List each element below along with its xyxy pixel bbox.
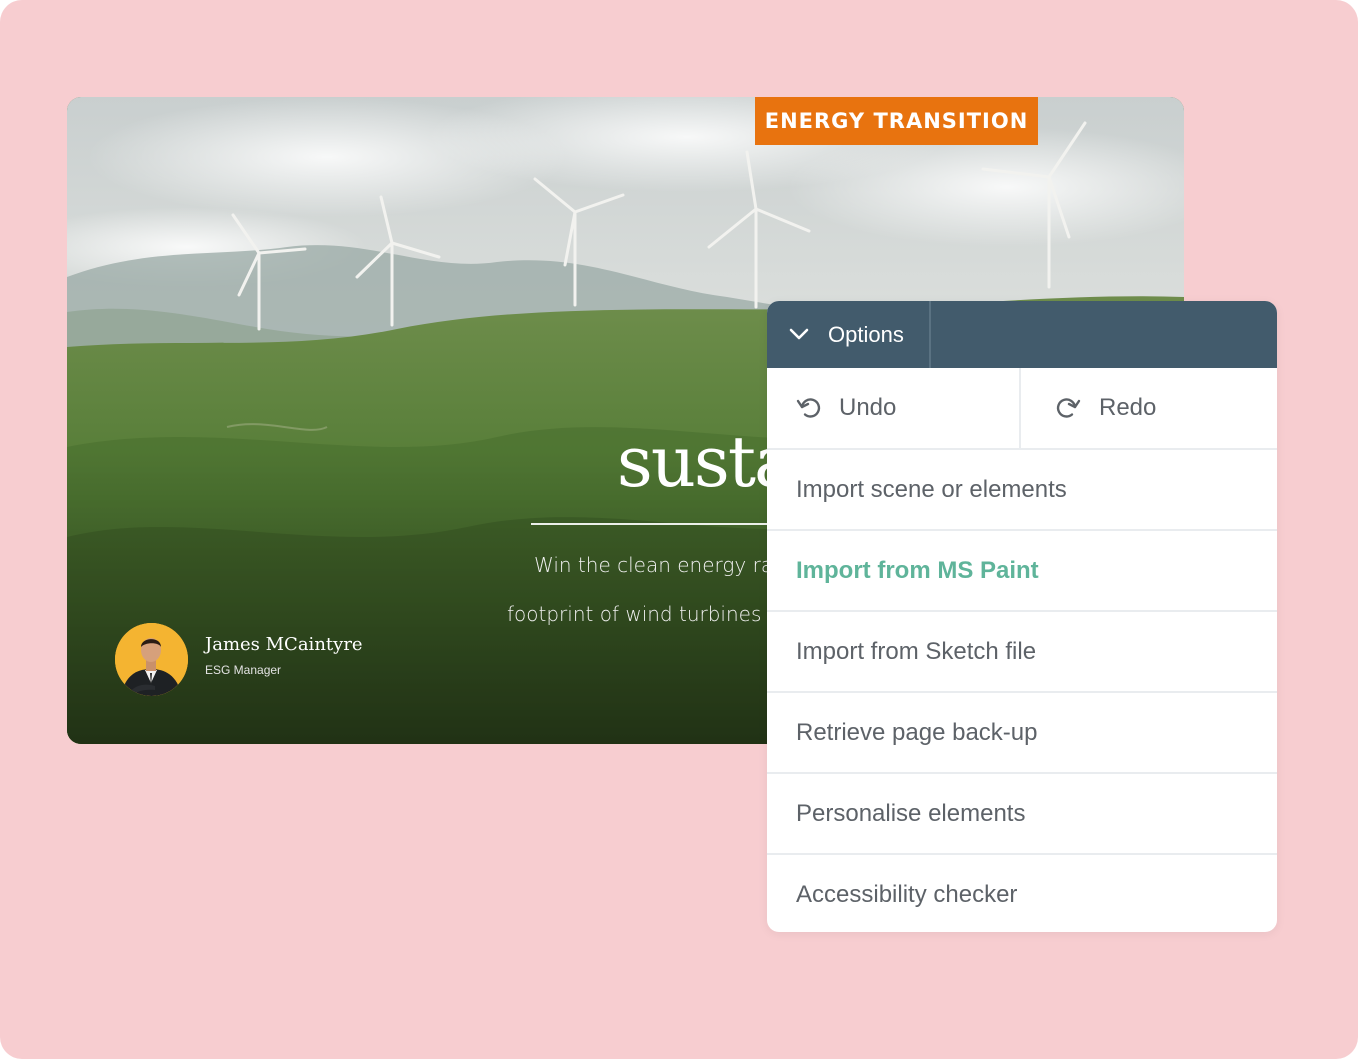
options-toggle-button[interactable]: Options <box>767 301 931 368</box>
person-icon <box>115 623 188 696</box>
menu-item-import-sketch[interactable]: Import from Sketch file <box>767 612 1277 693</box>
menu-item-label: Retrieve page back-up <box>796 719 1038 746</box>
slide-description-line-2: footprint of wind turbines v <box>507 602 780 626</box>
author-block: James MCaintyre ESG Manager <box>115 614 435 696</box>
menu-item-accessibility-checker[interactable]: Accessibility checker <box>767 855 1277 932</box>
redo-icon <box>1056 398 1081 418</box>
undo-label: Undo <box>839 394 897 421</box>
slide-description-line-1: Win the clean energy rac <box>534 553 785 577</box>
options-label: Options <box>828 322 904 347</box>
menu-item-label: Accessibility checker <box>796 881 1018 908</box>
author-role: ESG Manager <box>205 663 282 677</box>
menu-item-import-scene[interactable]: Import scene or elements <box>767 450 1277 531</box>
menu-header: Options <box>767 301 1277 368</box>
avatar <box>115 623 188 696</box>
author-name: James MCaintyre <box>205 634 363 655</box>
undo-button[interactable]: Undo <box>767 368 1021 448</box>
chevron-down-icon <box>789 328 809 340</box>
redo-button[interactable]: Redo <box>1021 368 1277 448</box>
undo-icon <box>796 398 821 418</box>
menu-item-label: Import scene or elements <box>796 476 1067 503</box>
options-menu: Options Undo Redo Import scene or elemen… <box>767 301 1277 932</box>
menu-item-import-ms-paint[interactable]: Import from MS Paint <box>767 531 1277 612</box>
menu-item-label: Import from Sketch file <box>796 638 1037 665</box>
menu-item-label: Personalise elements <box>796 800 1026 827</box>
canvas-background: ENERGY TRANSITION Clean ene sustainable … <box>0 0 1358 1059</box>
category-tag: ENERGY TRANSITION <box>755 97 1038 145</box>
redo-label: Redo <box>1099 394 1157 421</box>
menu-item-label: Import from MS Paint <box>796 557 1039 584</box>
menu-item-retrieve-backup[interactable]: Retrieve page back-up <box>767 693 1277 774</box>
menu-item-personalise-elements[interactable]: Personalise elements <box>767 774 1277 855</box>
history-row: Undo Redo <box>767 368 1277 450</box>
